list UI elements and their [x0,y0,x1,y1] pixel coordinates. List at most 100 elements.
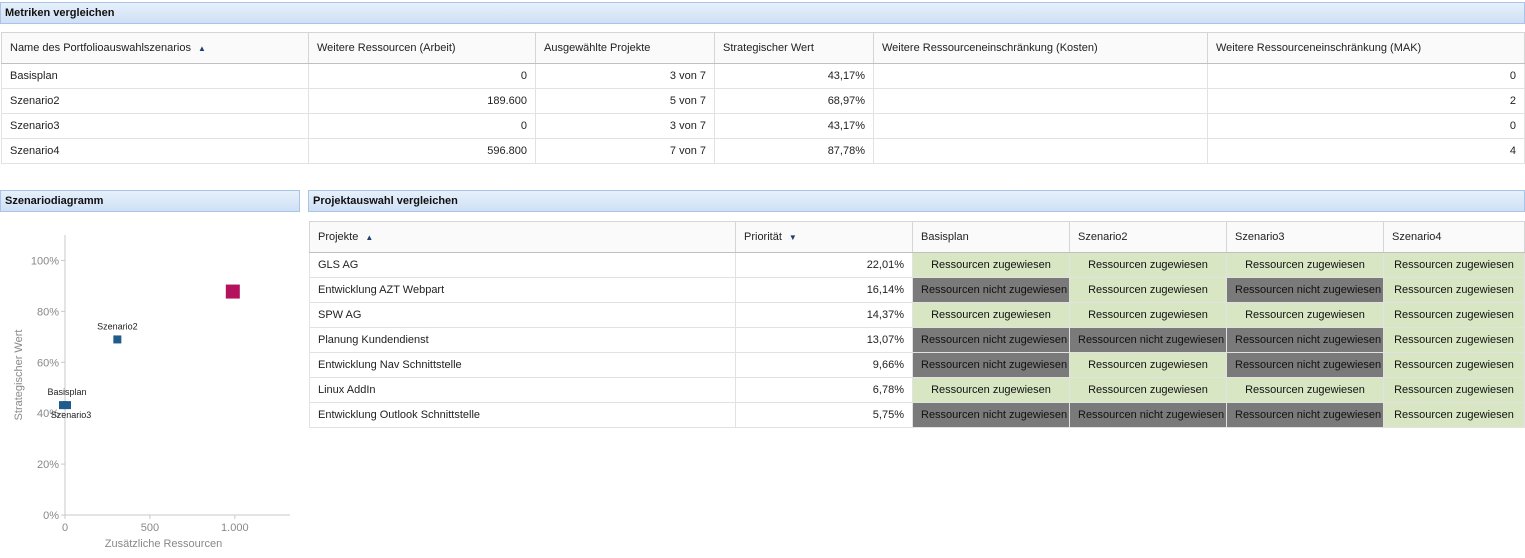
status-assigned: Ressourcen zugewiesen [1383,352,1525,378]
x-tick-label: 500 [141,522,159,534]
cell-arbeit: 596.800 [308,138,536,164]
y-tick-label: 80% [37,306,59,318]
metrics-col-mak[interactable]: Weitere Ressourceneinschränkung (MAK) [1207,32,1525,64]
status-assigned: Ressourcen zugewiesen [1226,252,1384,278]
cell-project: Entwicklung Outlook Schnittstelle [309,402,736,428]
cell-name: Szenario2 [1,88,309,114]
cell-mak: 2 [1207,88,1525,114]
selection-section-header: Projektauswahl vergleichen [308,190,1525,212]
y-axis-label: Strategischer Wert [13,330,25,421]
selection-col-szenario4-label: Szenario4 [1392,231,1442,243]
cell-name: Szenario4 [1,138,309,164]
selection-table: Projekte Priorität Basisplan Szenario2 S… [309,221,1525,428]
status-not-assigned: Ressourcen nicht zugewiesen [912,352,1070,378]
table-row[interactable]: Linux AddIn 6,78% Ressourcen zugewiesen Res… [309,377,1525,403]
metrics-col-arbeit-label: Weitere Ressourcen (Arbeit) [317,42,456,54]
metrics-table: Name des Portfolioauswahlszenarios Weite… [1,32,1525,164]
data-point [113,335,122,344]
y-tick-label: 20% [37,459,59,471]
status-not-assigned: Ressourcen nicht zugewiesen [1069,402,1227,428]
status-assigned: Ressourcen zugewiesen [1069,352,1227,378]
cell-priority: 6,78% [735,377,913,403]
status-not-assigned: Ressourcen nicht zugewiesen [912,277,1070,303]
cell-arbeit: 189.600 [308,88,536,114]
cell-projekte: 7 von 7 [535,138,715,164]
metrics-col-projekte[interactable]: Ausgewählte Projekte [535,32,715,64]
scenario-chart: 0%20%40%60%80%100%0 500 1.000Zusätzliche R… [13,235,290,550]
status-assigned: Ressourcen zugewiesen [1383,402,1525,428]
metrics-title: Metriken vergleichen [5,7,115,19]
table-row[interactable]: Szenario4 596.800 7 von 7 87,78% 4 [1,138,1525,164]
status-not-assigned: Ressourcen nicht zugewiesen [912,402,1070,428]
status-assigned: Ressourcen zugewiesen [912,302,1070,328]
cell-wert: 68,97% [714,88,874,114]
status-assigned: Ressourcen zugewiesen [1069,302,1227,328]
metrics-col-wert-label: Strategischer Wert [723,42,814,54]
cell-mak: 0 [1207,63,1525,89]
selection-col-szenario2-label: Szenario2 [1078,231,1128,243]
selection-col-basisplan[interactable]: Basisplan [912,221,1070,253]
selection-col-szenario3[interactable]: Szenario3 [1226,221,1384,253]
data-point [225,284,240,299]
metrics-col-kosten[interactable]: Weitere Ressourceneinschränkung (Kosten) [873,32,1208,64]
status-assigned: Ressourcen zugewiesen [1226,302,1384,328]
status-not-assigned: Ressourcen nicht zugewiesen [1226,327,1384,353]
cell-wert: 43,17% [714,63,874,89]
cell-kosten [873,63,1208,89]
table-row[interactable]: Basisplan 0 3 von 7 43,17% 0 [1,63,1525,89]
cell-projekte: 3 von 7 [535,63,715,89]
cell-projekte: 5 von 7 [535,88,715,114]
status-not-assigned: Ressourcen nicht zugewiesen [1226,277,1384,303]
cell-project: SPW AG [309,302,736,328]
status-assigned: Ressourcen zugewiesen [1069,377,1227,403]
cell-project: Entwicklung AZT Webpart [309,277,736,303]
status-not-assigned: Ressourcen nicht zugewiesen [912,327,1070,353]
metrics-section-header: Metriken vergleichen [0,2,1525,24]
table-row[interactable]: Entwicklung AZT Webpart 16,14% Ressourcen … [309,277,1525,303]
data-point [63,401,71,410]
status-not-assigned: Ressourcen nicht zugewiesen [1226,402,1384,428]
x-tick-label: 0 [62,522,68,534]
table-row[interactable]: Szenario2 189.600 5 von 7 68,97% 2 [1,88,1525,114]
status-assigned: Ressourcen zugewiesen [1069,252,1227,278]
cell-priority: 22,01% [735,252,913,278]
metrics-col-mak-label: Weitere Ressourceneinschränkung (MAK) [1216,42,1422,54]
data-point-label: Szenario3 [51,410,92,420]
cell-name: Szenario3 [1,113,309,139]
metrics-col-wert[interactable]: Strategischer Wert [714,32,874,64]
table-row[interactable]: Planung Kundendienst 13,07% Ressourcen nic… [309,327,1525,353]
table-row[interactable]: Entwicklung Outlook Schnittstelle 5,75% Re… [309,402,1525,428]
metrics-col-name[interactable]: Name des Portfolioauswahlszenarios [1,32,309,64]
cell-name: Basisplan [1,63,309,89]
status-assigned: Ressourcen zugewiesen [1383,377,1525,403]
x-tick-label: 1.000 [221,522,249,534]
selection-col-basisplan-label: Basisplan [921,231,969,243]
table-row[interactable]: GLS AG 22,01% Ressourcen zugewiesen Ressour… [309,252,1525,278]
table-row[interactable]: SPW AG 14,37% Ressourcen zugewiesen Ressour… [309,302,1525,328]
status-assigned: Ressourcen zugewiesen [1226,377,1384,403]
cell-kosten [873,113,1208,139]
cell-mak: 0 [1207,113,1525,139]
selection-col-projekte[interactable]: Projekte [309,221,736,253]
metrics-col-kosten-label: Weitere Ressourceneinschränkung (Kosten) [882,42,1098,54]
status-assigned: Ressourcen zugewiesen [1383,252,1525,278]
data-point-label: Szenario2 [97,321,138,331]
status-assigned: Ressourcen zugewiesen [912,252,1070,278]
selection-col-prioritaet[interactable]: Priorität [735,221,913,253]
table-row[interactable]: Szenario3 0 3 von 7 43,17% 0 [1,113,1525,139]
y-tick-label: 0% [43,510,59,522]
cell-priority: 9,66% [735,352,913,378]
metrics-col-projekte-label: Ausgewählte Projekte [544,42,651,54]
status-assigned: Ressourcen zugewiesen [1069,277,1227,303]
selection-col-szenario4[interactable]: Szenario4 [1383,221,1525,253]
status-not-assigned: Ressourcen nicht zugewiesen [1069,327,1227,353]
metrics-col-arbeit[interactable]: Weitere Ressourcen (Arbeit) [308,32,536,64]
selection-col-szenario2[interactable]: Szenario2 [1069,221,1227,253]
diagram-title: Szenariodiagramm [5,195,104,207]
cell-kosten [873,88,1208,114]
cell-priority: 14,37% [735,302,913,328]
table-row[interactable]: Entwicklung Nav Schnittstelle 9,66% Ressou… [309,352,1525,378]
status-assigned: Ressourcen zugewiesen [1383,277,1525,303]
cell-project: GLS AG [309,252,736,278]
cell-projekte: 3 von 7 [535,113,715,139]
